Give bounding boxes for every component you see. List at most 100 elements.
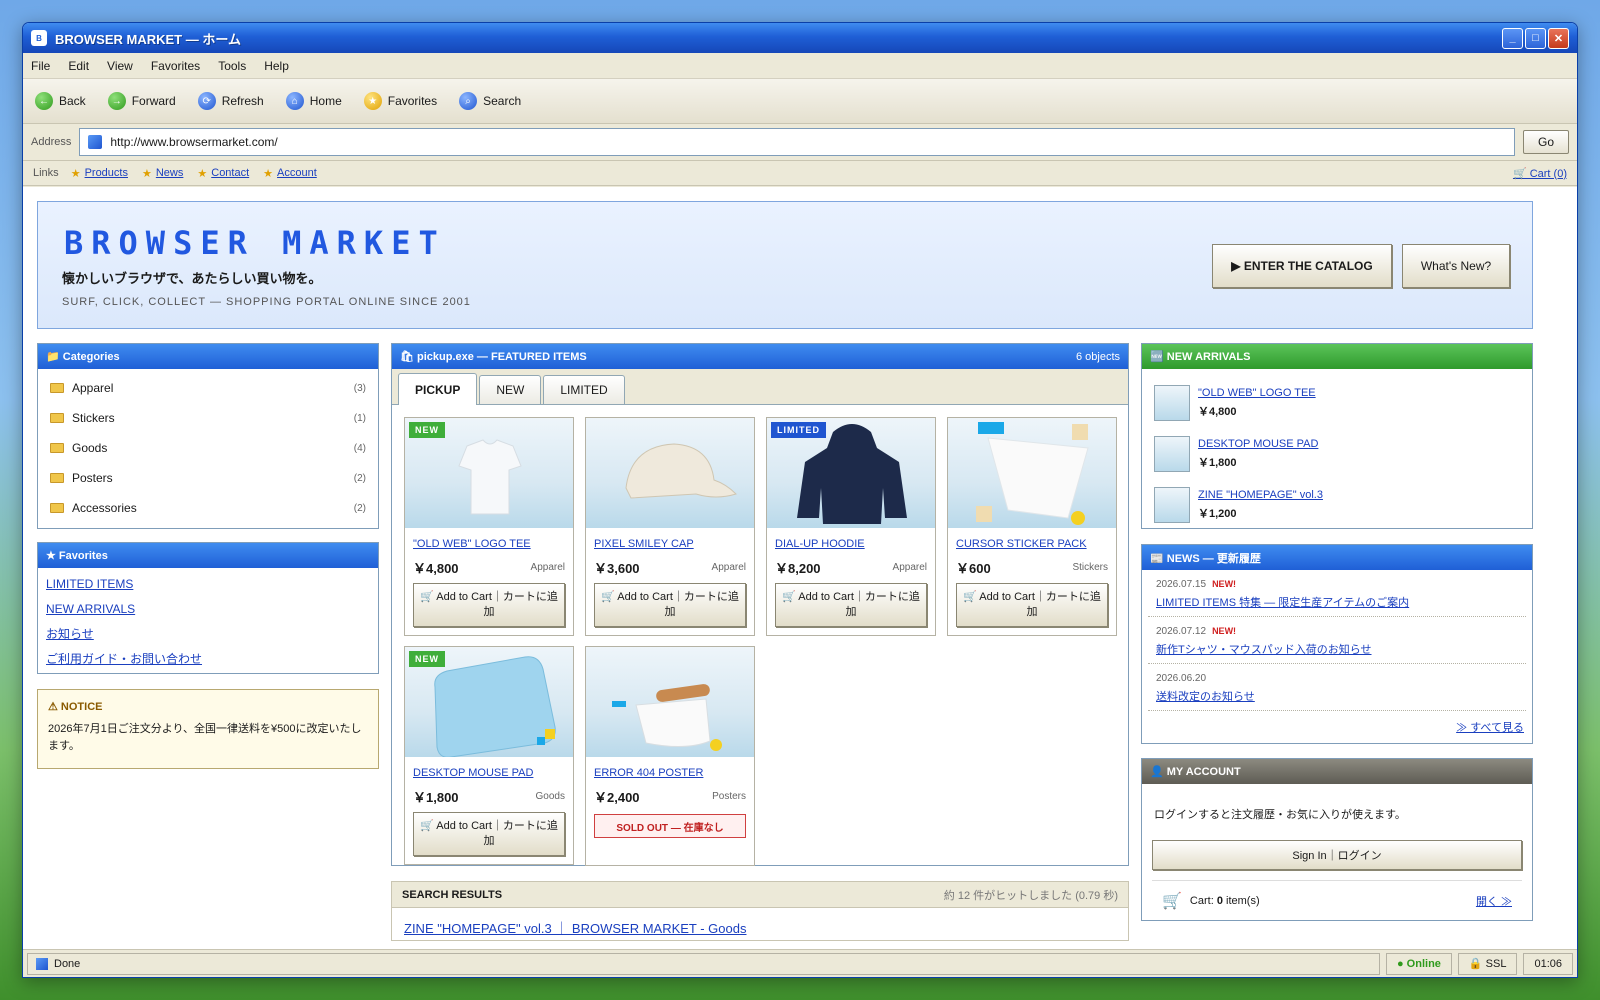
address-label: Address [31,136,72,148]
product-name[interactable]: DESKTOP MOUSE PAD [405,767,573,779]
add-to-cart-button[interactable]: 🛒 Add to Cart｜カートに追加 [413,583,565,627]
cart-link[interactable]: 🛒 Cart (0) [1513,167,1567,180]
add-to-cart-button[interactable]: 🛒 Add to Cart｜カートに追加 [413,812,565,856]
news-link[interactable]: 新作Tシャツ・マウスパッド入荷のお知らせ [1156,641,1518,657]
folder-icon [50,383,64,393]
product-image[interactable]: LIMITED [767,418,935,528]
add-to-cart-button[interactable]: 🛒 Add to Cart｜カートに追加 [594,583,746,627]
account-description: ログインすると注文履歴・お気に入りが使えます。 [1154,809,1406,821]
folder-icon [50,443,64,453]
category-count: (4) [353,442,366,454]
menu-favorites[interactable]: Favorites [151,59,200,73]
product-name[interactable]: PIXEL SMILEY CAP [586,538,754,550]
category-count: (2) [353,472,366,484]
toolbar: ← Back → Forward ⟳ Refresh ⌂ Home ★ Favorites… [23,79,1577,124]
poster-image [612,684,722,751]
category-posters[interactable]: Posters (2) [38,463,378,493]
go-button[interactable]: Go [1523,130,1569,154]
arrival-item[interactable]: DESKTOP MOUSE PAD ￥1,800 [1142,428,1532,479]
minimize-button[interactable]: _ [1502,27,1523,49]
arrival-name[interactable]: "OLD WEB" LOGO TEE [1198,387,1316,399]
sign-in-button[interactable]: Sign In｜ログイン [1152,840,1522,870]
arrival-name[interactable]: ZINE "HOMEPAGE" vol.3 [1198,489,1323,501]
search-button[interactable]: ⌕ Search [459,92,521,110]
arrival-name[interactable]: DESKTOP MOUSE PAD [1198,438,1318,450]
favorite-limited-items[interactable]: LIMITED ITEMS [38,572,378,597]
link-account[interactable]: ★ Account [263,167,317,180]
favorites-label: Favorites [387,94,438,108]
menu-view[interactable]: View [107,59,133,73]
category-name: Posters [72,471,113,485]
forward-button[interactable]: → Forward [107,92,176,110]
product-image[interactable] [586,418,754,528]
link-products-text[interactable]: Products [85,167,128,179]
favorites-button[interactable]: ★ Favorites [363,92,438,110]
category-accessories[interactable]: Accessories (2) [38,493,378,523]
add-to-cart-button[interactable]: 🛒 Add to Cart｜カートに追加 [956,583,1108,627]
link-news[interactable]: ★ News [142,167,183,180]
star-icon: ★ [141,167,152,180]
refresh-button[interactable]: ⟳ Refresh [197,92,264,110]
product-name[interactable]: CURSOR STICKER PACK [948,538,1116,550]
favorite-notices[interactable]: お知らせ [38,622,378,647]
link-account-text[interactable]: Account [277,167,317,179]
product-category: Posters [712,791,746,802]
search-result-link[interactable]: ZINE "HOMEPAGE" vol.3 ｜ BROWSER MARKET -… [392,908,1128,947]
link-news-text[interactable]: News [156,167,184,179]
search-stats: 約 12 件がヒットしました (0.79 秒) [943,889,1118,902]
product-name[interactable]: "OLD WEB" LOGO TEE [405,538,573,550]
menu-file[interactable]: File [31,59,50,73]
tab-new[interactable]: NEW [479,375,542,404]
product-name[interactable]: DIAL-UP HOODIE [767,538,935,550]
enter-catalog-button[interactable]: ▶ ENTER THE CATALOG [1212,244,1392,288]
product-image[interactable] [948,418,1116,528]
maximize-button[interactable]: □ [1525,27,1546,49]
product-image[interactable]: NEW [405,647,573,757]
view-all-news-link[interactable]: ≫ すべて見る [1142,711,1532,743]
menu-tools[interactable]: Tools [218,59,246,73]
back-button[interactable]: ← Back [35,92,86,110]
favorite-new-arrivals[interactable]: NEW ARRIVALS [38,597,378,622]
product-image[interactable]: NEW [405,418,573,528]
arrival-item[interactable]: ZINE "HOMEPAGE" vol.3 ￥1,200 [1142,479,1532,530]
page-content[interactable]: BROWSER MARKET 懐かしいブラウザで、あたらしい買い物を。 SURF… [23,187,1577,949]
open-cart-link[interactable]: 開く ≫ [1476,893,1512,909]
category-stickers[interactable]: Stickers (1) [38,403,378,433]
new-arrivals-panel: 🆕 NEW ARRIVALS "OLD WEB" LOGO TEE ￥4,800 … [1141,343,1533,529]
link-products[interactable]: ★ Products [71,167,128,180]
link-contact[interactable]: ★ Contact [197,167,249,180]
news-link[interactable]: LIMITED ITEMS 特集 — 限定生産アイテムのご案内 [1156,594,1518,610]
product-thumbnail[interactable] [1154,384,1190,421]
product-card: PIXEL SMILEY CAP ￥3,600 Apparel 🛒 Add to … [585,417,755,636]
news-link[interactable]: 送料改定のお知らせ [1156,688,1518,704]
arrival-price: ￥1,200 [1198,507,1237,520]
home-button[interactable]: ⌂ Home [285,92,342,110]
address-input[interactable]: http://www.browsermarket.com/ [79,128,1515,156]
arrival-item[interactable]: "OLD WEB" LOGO TEE ￥4,800 [1142,377,1532,428]
product-thumbnail[interactable] [1154,486,1190,523]
link-contact-text[interactable]: Contact [211,167,249,179]
product-thumbnail[interactable] [1154,435,1190,472]
category-goods[interactable]: Goods (4) [38,433,378,463]
favorite-guide-contact[interactable]: ご利用ガイド・お問い合わせ [38,647,378,672]
add-to-cart-button[interactable]: 🛒 Add to Cart｜カートに追加 [775,583,927,627]
forward-label: Forward [131,94,176,108]
search-icon: ⌕ [459,92,478,110]
category-name: Accessories [72,501,137,515]
title-bar[interactable]: B BROWSER MARKET — ホーム _ □ ✕ [23,23,1577,53]
category-name: Goods [72,441,108,455]
category-apparel[interactable]: Apparel (3) [38,373,378,403]
product-image[interactable] [586,647,754,757]
search-label: Search [483,94,522,108]
tab-limited[interactable]: LIMITED [543,375,625,404]
product-card: LIMITED DIAL-UP HOODIE ￥8,200 Apparel 🛒 A… [766,417,936,636]
menu-edit[interactable]: Edit [68,59,89,73]
whats-new-button[interactable]: What's New? [1402,244,1510,288]
favorites-header: ★ Favorites [38,543,378,568]
product-name[interactable]: ERROR 404 POSTER [586,767,754,779]
tab-pickup[interactable]: PICKUP [398,373,478,405]
close-button[interactable]: ✕ [1548,27,1569,49]
star-icon: ★ [70,167,81,180]
hero-banner: BROWSER MARKET 懐かしいブラウザで、あたらしい買い物を。 SURF… [37,201,1533,329]
menu-help[interactable]: Help [264,59,289,73]
